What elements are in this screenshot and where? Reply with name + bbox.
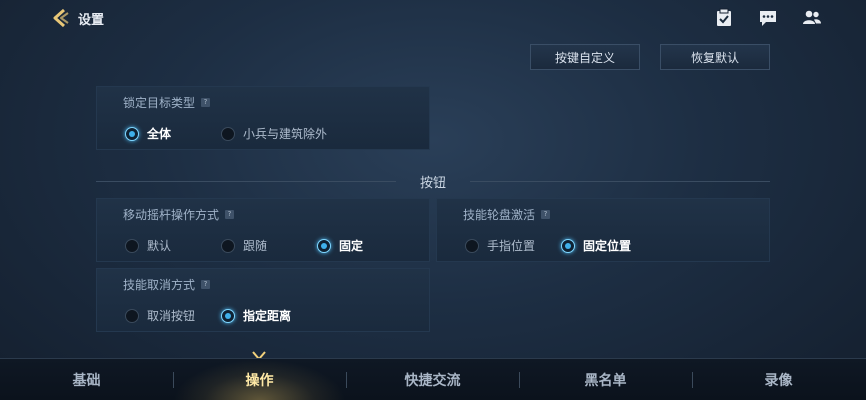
option-fixed-position[interactable]: 固定位置 xyxy=(561,237,631,254)
top-bar: 设置 xyxy=(0,0,866,36)
help-icon[interactable]: ? xyxy=(541,210,551,219)
radio-unselected-icon xyxy=(221,238,235,253)
tab-blacklist[interactable]: 黑名单 xyxy=(519,359,692,400)
skill-cancel-title: 技能取消方式 xyxy=(123,278,196,292)
radio-unselected-icon xyxy=(125,238,139,253)
option-follow[interactable]: 跟随 xyxy=(221,237,317,254)
option-all[interactable]: 全体 xyxy=(125,125,221,142)
joystick-panel: 移动摇杆操作方式 ? 默认 跟随 固定 xyxy=(96,198,430,262)
back-arrow-icon[interactable] xyxy=(50,7,72,29)
option-default[interactable]: 默认 xyxy=(125,237,221,254)
tab-operation[interactable]: 操作 xyxy=(173,359,346,400)
bottom-tab-bar: 基础 操作 快捷交流 黑名单 录像 xyxy=(0,358,866,400)
option-specified-distance[interactable]: 指定距离 xyxy=(221,307,291,324)
chat-icon[interactable] xyxy=(758,8,778,28)
skill-wheel-title: 技能轮盘激活 xyxy=(463,208,536,222)
joystick-title: 移动摇杆操作方式 xyxy=(123,208,220,222)
radio-unselected-icon xyxy=(221,126,235,141)
radio-unselected-icon xyxy=(465,238,479,253)
option-fixed[interactable]: 固定 xyxy=(317,237,363,254)
help-icon[interactable]: ? xyxy=(225,210,235,219)
radio-selected-icon xyxy=(561,238,575,253)
help-icon[interactable]: ? xyxy=(201,98,211,107)
radio-unselected-icon xyxy=(125,308,139,323)
page-title: 设置 xyxy=(78,13,105,28)
tab-basic[interactable]: 基础 xyxy=(0,359,173,400)
skill-cancel-panel: 技能取消方式 ? 取消按钮 指定距离 xyxy=(96,268,430,332)
friends-icon[interactable] xyxy=(802,8,822,28)
radio-selected-icon xyxy=(317,238,331,253)
lock-target-title: 锁定目标类型 xyxy=(123,96,196,110)
clipboard-icon[interactable] xyxy=(714,8,734,28)
tab-replay[interactable]: 录像 xyxy=(692,359,865,400)
option-cancel-button[interactable]: 取消按钮 xyxy=(125,307,221,324)
radio-selected-icon xyxy=(221,308,235,323)
lock-target-panel: 锁定目标类型 ? 全体 小兵与建筑除外 xyxy=(96,86,430,150)
section-divider-right xyxy=(470,181,770,182)
restore-default-button[interactable]: 恢复默认 xyxy=(660,44,770,70)
custom-keys-button[interactable]: 按键自定义 xyxy=(530,44,640,70)
help-icon[interactable]: ? xyxy=(201,280,211,289)
tab-quick-chat[interactable]: 快捷交流 xyxy=(346,359,519,400)
option-finger-position[interactable]: 手指位置 xyxy=(465,237,561,254)
skill-wheel-panel: 技能轮盘激活 ? 手指位置 固定位置 xyxy=(436,198,770,262)
radio-selected-icon xyxy=(125,126,139,141)
option-exclude-minions-buildings[interactable]: 小兵与建筑除外 xyxy=(221,125,327,142)
